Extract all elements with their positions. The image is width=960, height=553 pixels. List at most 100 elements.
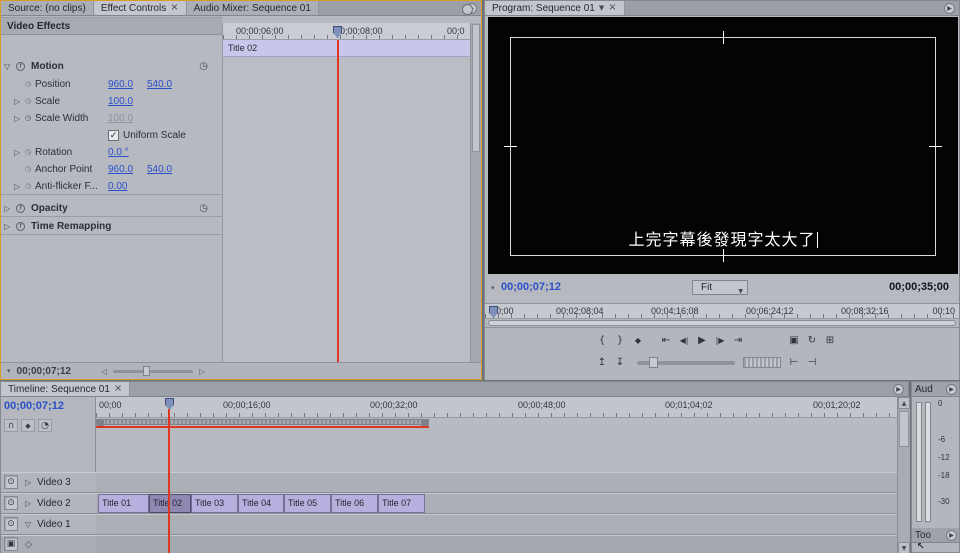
loop-button[interactable]: ↻ xyxy=(803,333,821,348)
stopwatch-icon[interactable]: ◷ xyxy=(199,200,208,217)
step-back-button[interactable]: ◀| xyxy=(675,333,693,348)
toggle-animation-icon[interactable]: ◷ xyxy=(25,144,31,161)
ec-footer-timecode[interactable]: 00;00;07;12 xyxy=(17,366,71,377)
clip-title-01[interactable]: Title 01 xyxy=(98,494,149,513)
fx-toggle-icon[interactable]: f xyxy=(16,62,25,71)
clip-title-07[interactable]: Title 07 xyxy=(378,494,425,513)
position-x-value[interactable]: 960.0 xyxy=(108,76,133,93)
tab-program[interactable]: Program: Sequence 01 ▼ × xyxy=(485,1,625,15)
clip-title-02-selected[interactable]: Title 02 xyxy=(149,494,191,513)
scroll-down-icon[interactable]: ▼ xyxy=(898,542,910,553)
position-y-value[interactable]: 540.0 xyxy=(147,76,172,93)
play-button[interactable]: ▶ xyxy=(693,333,711,348)
program-time-ruler[interactable]: 00;00 00;02;08;04 00;04;16;08 00;06;24;1… xyxy=(485,303,959,319)
toggle-animation-icon[interactable]: ◷ xyxy=(25,178,31,195)
anti-flicker-value[interactable]: 0.00 xyxy=(108,178,127,195)
anchor-y-value[interactable]: 540.0 xyxy=(147,161,172,178)
work-area-bar[interactable] xyxy=(96,419,429,425)
shuttle-knob[interactable] xyxy=(649,357,658,368)
twirl-closed-icon[interactable]: ▷ xyxy=(14,144,20,161)
eye-icon[interactable]: ⊙ xyxy=(4,475,18,489)
snap-button[interactable]: ∩ xyxy=(4,419,18,432)
zoom-level-select[interactable]: Fit ▼ xyxy=(692,280,748,295)
ec-time-ruler[interactable]: 00;00;06;00 00;00;08;00 00;0 xyxy=(223,23,471,40)
marker-button[interactable]: ◆ xyxy=(21,419,35,432)
fx-toggle-icon[interactable]: f xyxy=(16,204,25,213)
go-to-out-button[interactable]: ⇥ xyxy=(729,333,747,348)
toggle-animation-icon[interactable]: ◷ xyxy=(25,93,31,110)
scroll-up-icon[interactable]: ▲ xyxy=(898,397,910,409)
toggle-animation-icon[interactable]: ◷ xyxy=(25,76,31,93)
eye-icon[interactable]: ⊙ xyxy=(4,517,18,531)
stopwatch-icon[interactable]: ◷ xyxy=(199,58,208,75)
toggle-animation-icon[interactable]: ◷ xyxy=(25,161,31,178)
twirl-closed-icon[interactable]: ▷ xyxy=(14,93,20,110)
export-frame-button[interactable]: ▣ xyxy=(785,333,803,348)
tab-effect-controls[interactable]: Effect Controls× xyxy=(94,1,187,15)
tools-header[interactable]: Too ▶ xyxy=(912,528,959,543)
chevron-down-icon[interactable]: ▼ xyxy=(599,4,604,12)
view-scrollbar-thumb[interactable] xyxy=(488,320,956,326)
panel-menu-icon[interactable]: ▶ xyxy=(946,384,957,395)
ec-scrollbar[interactable] xyxy=(470,23,481,362)
twirl-open-icon[interactable]: ▽ xyxy=(4,58,10,75)
eye-icon[interactable]: ⊙ xyxy=(4,496,18,510)
zoom-in-icon[interactable]: ▷ xyxy=(199,367,205,376)
trim-forward-button[interactable]: ⊣ xyxy=(803,355,821,370)
jog-wheel[interactable] xyxy=(743,357,781,368)
twirl-closed-icon[interactable]: ▷ xyxy=(25,493,31,514)
panel-menu-icon[interactable]: ▶ xyxy=(946,530,957,541)
twirl-closed-icon[interactable]: ▷ xyxy=(4,218,10,235)
close-icon[interactable]: × xyxy=(608,3,616,13)
set-out-button[interactable]: } xyxy=(611,333,629,348)
shuttle-slider[interactable] xyxy=(637,361,735,365)
zoom-out-icon[interactable]: ◁ xyxy=(101,367,107,376)
scale-value[interactable]: 100.0 xyxy=(108,93,133,110)
tab-source[interactable]: Source: (no clips) xyxy=(1,1,94,15)
track-video2[interactable]: Title 01 Title 02 Title 03 Title 04 Titl… xyxy=(96,493,897,514)
panel-menu-icon[interactable]: ▶ xyxy=(944,3,955,14)
twirl-closed-icon[interactable]: ▷ xyxy=(14,178,20,195)
clip-title-04[interactable]: Title 04 xyxy=(238,494,284,513)
timeline-ruler[interactable]: 00;00 00;00;16;00 00;00;32;00 00;00;48;0… xyxy=(96,397,897,418)
display-style-button[interactable]: ▣ xyxy=(4,537,18,551)
marker-button[interactable]: ◆ xyxy=(629,333,647,348)
clip-title-05[interactable]: Title 05 xyxy=(284,494,331,513)
lift-button[interactable]: ↥ xyxy=(593,355,611,370)
scrollbar-thumb[interactable] xyxy=(472,24,480,152)
twirl-closed-icon[interactable]: ▷ xyxy=(25,472,31,493)
track-video1[interactable] xyxy=(96,514,897,535)
timeline-timecode[interactable]: 00;00;07;12 xyxy=(4,400,64,412)
clip-title-03[interactable]: Title 03 xyxy=(191,494,238,513)
view-scrollbar[interactable] xyxy=(485,319,959,327)
history-button[interactable]: ◔ xyxy=(38,419,52,432)
scrollbar-thumb[interactable] xyxy=(899,411,909,447)
clip-title-06[interactable]: Title 06 xyxy=(331,494,378,513)
safe-margins-button[interactable]: ⊞ xyxy=(821,333,839,348)
track-video3[interactable] xyxy=(96,472,897,493)
rotation-value[interactable]: 0.0 ° xyxy=(108,144,129,161)
keyframe-icon[interactable]: ◇ xyxy=(25,535,32,553)
close-icon[interactable]: × xyxy=(114,384,122,394)
anchor-x-value[interactable]: 960.0 xyxy=(108,161,133,178)
twirl-closed-icon[interactable]: ▷ xyxy=(4,200,10,217)
zoom-slider-knob[interactable] xyxy=(143,366,150,376)
go-to-in-button[interactable]: ⇤ xyxy=(657,333,675,348)
twirl-open-icon[interactable]: ▽ xyxy=(25,514,31,535)
current-timecode[interactable]: 00;00;07;12 xyxy=(501,281,561,293)
panel-menu-icon[interactable]: ▶ xyxy=(893,384,904,395)
uniform-scale-checkbox[interactable]: ✓ xyxy=(108,130,119,141)
set-in-button[interactable]: { xyxy=(593,333,611,348)
audio-meters-header[interactable]: Aud ▶ xyxy=(912,382,959,397)
step-forward-button[interactable]: |▶ xyxy=(711,333,729,348)
timeline-scrollbar[interactable]: ▲ ▼ xyxy=(897,397,910,553)
tab-audio-mixer[interactable]: Audio Mixer: Sequence 01 xyxy=(187,1,319,15)
trim-back-button[interactable]: ⊢ xyxy=(785,355,803,370)
extract-button[interactable]: ↧ xyxy=(611,355,629,370)
selection-tool-icon[interactable]: ↖ xyxy=(917,542,925,552)
close-icon[interactable]: × xyxy=(170,3,178,13)
twirl-icon[interactable]: ▾ xyxy=(7,367,11,375)
zoom-slider[interactable] xyxy=(113,370,193,373)
tab-timeline[interactable]: Timeline: Sequence 01 × xyxy=(1,382,130,396)
twirl-icon[interactable]: ▾ xyxy=(491,284,495,292)
